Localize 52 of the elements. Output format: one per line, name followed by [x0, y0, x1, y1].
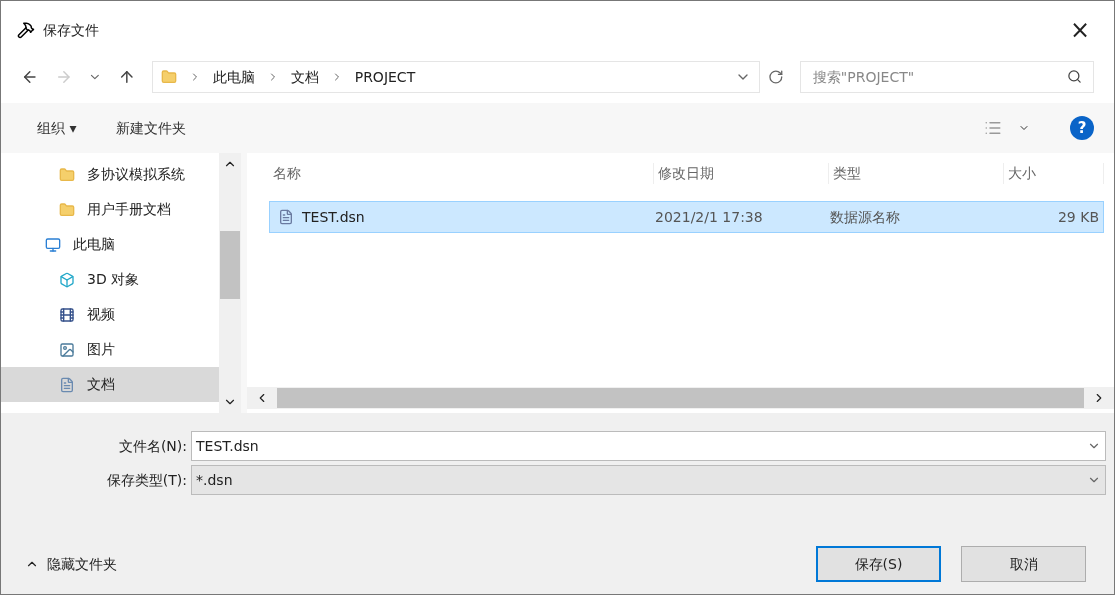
file-row[interactable]: TEST.dsn 2021/2/1 17:38 数据源名称 29 KB	[269, 201, 1104, 233]
scrollbar-thumb[interactable]	[220, 231, 240, 299]
address-bar[interactable]: 此电脑 文档 PROJECT	[151, 61, 761, 93]
refresh-icon[interactable]	[768, 69, 784, 85]
file-icon	[278, 209, 294, 225]
column-header[interactable]: 类型	[829, 162, 1004, 184]
file-date: 2021/2/1 17:38	[655, 207, 764, 227]
sidebar-item[interactable]: 视频	[1, 297, 219, 332]
save-button[interactable]: 保存(S)	[816, 546, 941, 582]
folder-icon	[59, 201, 75, 218]
picture-icon	[59, 341, 75, 358]
new-folder-button[interactable]: 新建文件夹	[116, 117, 187, 139]
column-header[interactable]: 修改日期	[654, 162, 829, 184]
breadcrumb-item[interactable]: 此电脑	[212, 66, 255, 88]
sidebar-item[interactable]: 文档	[1, 367, 219, 402]
view-icon[interactable]	[984, 119, 1002, 137]
close-button[interactable]: ×	[1061, 18, 1098, 42]
breadcrumb-item[interactable]: PROJECT	[354, 66, 416, 88]
monitor-icon	[45, 236, 61, 253]
sidebar-item[interactable]: 3D 对象	[1, 262, 219, 297]
column-header[interactable]: 名称	[269, 162, 654, 184]
tools-icon	[17, 21, 35, 39]
file-name: TEST.dsn	[302, 207, 365, 227]
file-type-dropdown[interactable]: *.dsn	[191, 465, 1106, 495]
sidebar-item[interactable]: 用户手册文档	[1, 192, 219, 227]
file-size: 29 KB	[1056, 207, 1100, 227]
folder-icon	[160, 69, 177, 85]
scrollbar-thumb[interactable]	[277, 388, 1084, 408]
scrollbar[interactable]	[219, 153, 241, 413]
cancel-button[interactable]: 取消	[961, 546, 1086, 582]
film-icon	[59, 306, 75, 323]
file-type: 数据源名称	[830, 207, 901, 227]
back-icon[interactable]	[21, 68, 39, 86]
document-icon	[59, 376, 75, 393]
sidebar-item[interactable]: 此电脑	[1, 227, 219, 262]
sidebar-item[interactable]: 多协议模拟系统	[1, 157, 219, 192]
field-label: 文件名(N):	[117, 436, 188, 456]
search-icon	[1067, 69, 1082, 84]
search-field[interactable]: 搜索"PROJECT"	[799, 61, 1094, 93]
breadcrumb-item[interactable]: 文档	[290, 66, 319, 88]
organize-button[interactable]: 组织 ▾	[37, 117, 77, 139]
cube-icon	[59, 271, 75, 288]
up-icon[interactable]	[118, 68, 136, 86]
column-header[interactable]: 大小	[1004, 162, 1104, 184]
help-button[interactable]: ?	[1070, 116, 1094, 140]
folder-icon	[59, 166, 75, 183]
hide-folders-link[interactable]: 隐藏文件夹	[47, 553, 117, 575]
window-title: 保存文件	[43, 20, 99, 40]
sidebar-item[interactable]: 图片	[1, 332, 219, 367]
file-name-field[interactable]: TEST.dsn	[191, 431, 1106, 461]
field-label: 保存类型(T):	[105, 470, 188, 490]
horizontal-scrollbar[interactable]	[247, 387, 1114, 409]
